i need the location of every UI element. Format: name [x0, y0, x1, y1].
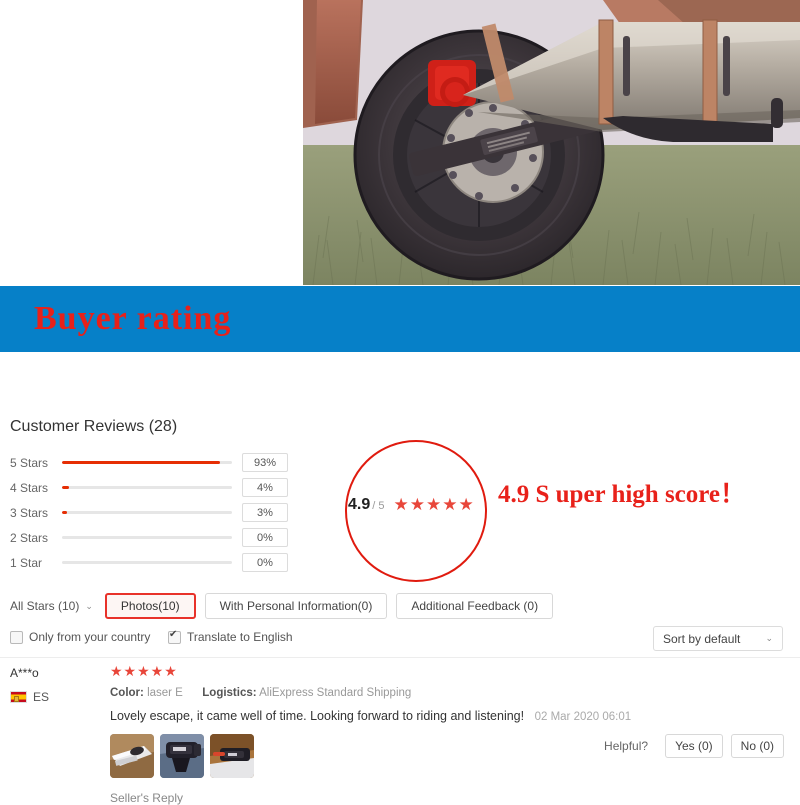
review-date: 02 Mar 2020 06:01 [534, 711, 632, 723]
rating-percent-5: 93% [242, 453, 288, 472]
rating-bar-fill-4 [62, 486, 69, 489]
filter-additional-feedback-button[interactable]: Additional Feedback (0) [396, 593, 554, 619]
rating-percent-3: 3% [242, 503, 288, 522]
review-thumbnails [110, 734, 610, 778]
review-body: ★★★★★ Color: laser E Logistics: AliExpre… [110, 662, 631, 805]
all-stars-dropdown[interactable]: All Stars (10) ⌄ [10, 599, 93, 613]
rating-label-1: 1 Star [10, 555, 43, 570]
rating-percent-4: 4% [242, 478, 288, 497]
translate-to-english-checkbox[interactable]: Translate to English [168, 629, 293, 644]
score-stars-icon: ★★★★★ [393, 495, 475, 514]
review-color-key: Color: [110, 687, 144, 699]
sort-label: Sort by default [663, 631, 741, 646]
rating-bar-track-5 [62, 461, 232, 464]
buyer-rating-banner-text: Buyer rating [34, 300, 232, 337]
rating-bar-track-4 [62, 486, 232, 489]
rating-row-2: 2 Stars 0% [10, 525, 290, 550]
rating-label-2: 2 Stars [10, 530, 49, 545]
buyer-rating-banner: Buyer rating [0, 286, 800, 352]
rating-bar-track-2 [62, 536, 232, 539]
score-value: 4.9 [348, 496, 371, 513]
rating-bar-track-3 [62, 511, 232, 514]
checkbox-icon-country[interactable] [10, 630, 23, 644]
review-filter-bar: All Stars (10) ⌄ Photos(10) With Persona… [0, 588, 800, 624]
overall-score: 4.9 / 5 ★★★★★ [348, 494, 475, 514]
review-thumbnail-2[interactable] [160, 734, 204, 778]
rating-row-1: 1 Star 0% [10, 550, 290, 575]
rating-percent-1: 0% [242, 553, 288, 572]
helpful-label: Helpful? [604, 739, 649, 753]
helpful-block: Helpful? Yes (0) No (0) [604, 734, 784, 758]
rating-row-5: 5 Stars 93% [10, 450, 290, 475]
review-options-row: Only from your country Translate to Engl… [0, 624, 800, 658]
checkbox-icon-translate[interactable] [168, 629, 181, 644]
review-stars-icon: ★★★★★ [110, 663, 178, 679]
rating-bar-track-1 [62, 561, 232, 564]
review-meta: Color: laser E Logistics: AliExpress Sta… [110, 687, 610, 699]
customer-reviews-panel: Customer Reviews (28) 5 Stars 93% 4 Star… [0, 352, 800, 805]
only-from-country-checkbox[interactable]: Only from your country [10, 630, 150, 644]
customer-reviews-title: Customer Reviews (28) [10, 418, 178, 435]
helpful-yes-button[interactable]: Yes (0) [665, 734, 723, 758]
filter-photos-button[interactable]: Photos(10) [104, 593, 196, 619]
helpful-no-button[interactable]: No (0) [730, 734, 784, 758]
reviewer-name: A***o [10, 666, 39, 680]
rating-bar-fill-5 [62, 461, 221, 464]
flag-spain-icon [10, 691, 27, 703]
chevron-down-icon-sort: ⌄ [765, 633, 773, 643]
all-stars-label: All Stars (10) [10, 599, 80, 613]
translate-to-english-label: Translate to English [187, 630, 293, 644]
rating-label-5: 5 Stars [10, 455, 49, 470]
only-from-country-label: Only from your country [29, 630, 151, 644]
rating-breakdown: 5 Stars 93% 4 Stars 4% 3 Stars 3% 2 Star… [10, 450, 290, 575]
sort-dropdown[interactable]: Sort by default ⌄ [653, 626, 783, 651]
review-text: Lovely escape, it came well of time. Loo… [110, 709, 525, 723]
sellers-reply-link[interactable]: Seller's Reply [110, 791, 610, 805]
chevron-down-icon: ⌄ [85, 600, 93, 611]
rating-label-4: 4 Stars [10, 480, 49, 495]
review-thumbnail-1[interactable] [110, 734, 154, 778]
rating-bar-fill-3 [62, 511, 68, 514]
rating-percent-2: 0% [242, 528, 288, 547]
review-logistics-value: AliExpress Standard Shipping [259, 687, 412, 699]
filter-personal-info-button[interactable]: With Personal Information(0) [204, 593, 388, 619]
product-photo-illustration [303, 0, 800, 285]
rating-row-3: 3 Stars 3% [10, 500, 290, 525]
score-annotation-text: 4.9 S uper high score！ [498, 481, 746, 508]
rating-label-3: 3 Stars [10, 505, 49, 520]
score-denominator: / 5 [372, 500, 385, 512]
rating-row-4: 4 Stars 4% [10, 475, 290, 500]
reviewer-country: ES [10, 690, 105, 704]
review-text-row: Lovely escape, it came well of time. Loo… [110, 709, 631, 723]
reviewer-country-code: ES [33, 690, 50, 704]
review-logistics-key: Logistics: [202, 687, 257, 699]
review-thumbnail-3[interactable] [210, 734, 254, 778]
reviewer-info: A***o ES [10, 666, 105, 704]
product-photo [303, 0, 800, 285]
review-color-value: laser E [147, 687, 183, 699]
